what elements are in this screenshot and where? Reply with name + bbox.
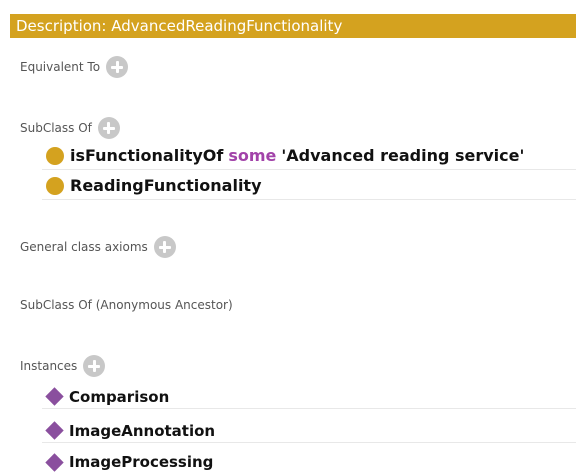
instance-name: ImageProcessing [69,453,214,471]
add-instance-icon[interactable] [83,355,106,377]
description-header: Description: AdvancedReadingFunctionalit… [10,14,576,38]
instance-row[interactable]: ImageAnnotation [42,419,576,443]
add-subclass-icon[interactable] [97,117,120,139]
general-class-axioms-label: General class axioms [20,240,148,254]
subclass-axiom-row[interactable]: isFunctionalityOf some 'Advanced reading… [42,142,576,170]
section-instances: Instances [20,355,106,377]
instance-name: Comparison [69,387,170,406]
class-circle-icon [46,176,64,195]
superclass-row[interactable]: ReadingFunctionality [42,172,576,200]
subclass-anonymous-label: SubClass Of (Anonymous Ancestor) [20,298,233,312]
instance-row[interactable]: Comparison [42,385,576,409]
class-circle-icon [46,146,64,165]
instance-name: ImageAnnotation [69,421,216,440]
subclass-of-label: SubClass Of [20,121,92,135]
individual-diamond-icon [45,421,64,440]
individual-diamond-icon [45,452,64,472]
superclass-name: ReadingFunctionality [70,176,262,195]
equivalent-to-label: Equivalent To [20,60,101,74]
section-subclass-anonymous: SubClass Of (Anonymous Ancestor) [20,298,233,312]
instances-label: Instances [20,359,78,373]
add-equivalent-icon[interactable] [106,56,129,78]
section-general-class-axioms: General class axioms [20,236,176,258]
individual-diamond-icon [45,387,64,406]
section-subclass-of: SubClass Of [20,117,120,139]
header-title: Description: AdvancedReadingFunctionalit… [16,17,343,35]
axiom-filler: 'Advanced reading service' [281,146,525,165]
section-equivalent-to: Equivalent To [20,56,129,78]
instance-row[interactable]: ImageProcessing [42,450,576,474]
axiom-keyword: some [228,146,277,165]
axiom-property: isFunctionalityOf [70,146,224,165]
add-general-axiom-icon[interactable] [153,236,176,258]
